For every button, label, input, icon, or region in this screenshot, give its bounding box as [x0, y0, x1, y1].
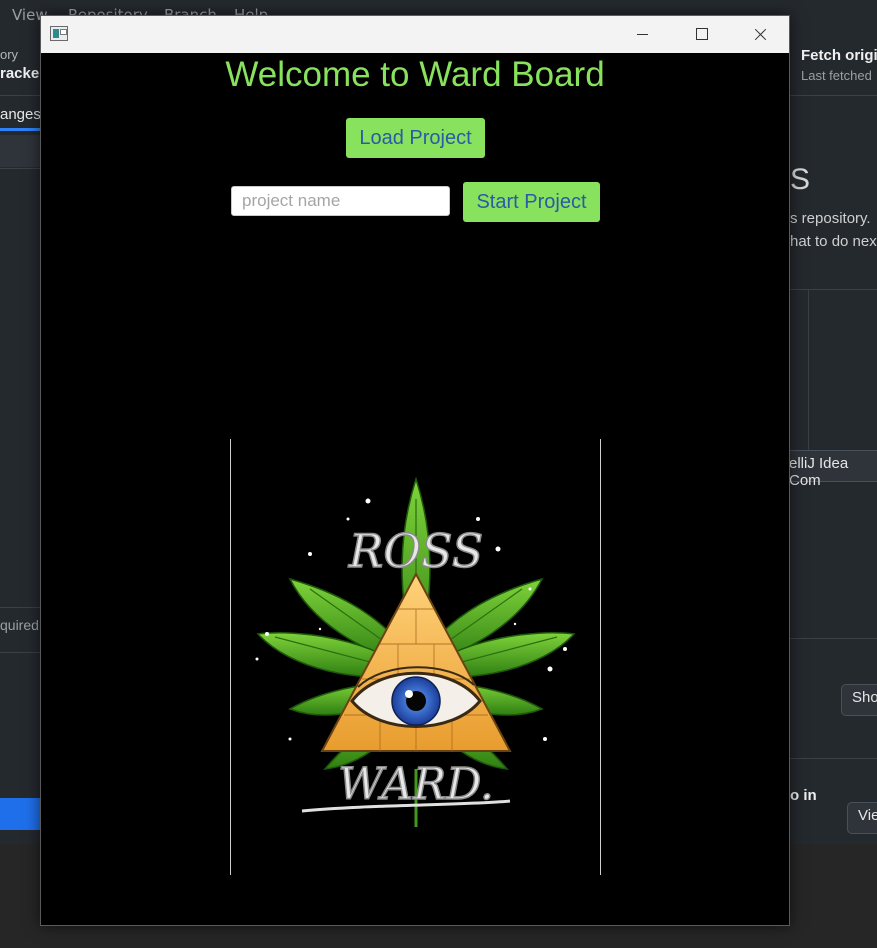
tab-changes[interactable]: anges — [0, 106, 41, 123]
filter-box[interactable] — [0, 135, 42, 167]
window-content: Welcome to Ward Board Load Project Start… — [41, 53, 789, 925]
repo-label: ory — [0, 47, 19, 62]
commit-button[interactable] — [0, 798, 42, 830]
info-line-1: s repository. — [790, 210, 871, 227]
maximize-icon[interactable] — [672, 16, 730, 53]
open-in-text: o in — [790, 787, 817, 804]
background-right-panel: Fetch origin Last fetched S s repository… — [784, 32, 877, 844]
app-window-icon — [50, 26, 68, 41]
no-changes-heading: S — [790, 163, 811, 196]
background-left-panel: ory racker anges quired — [0, 32, 45, 844]
minimize-icon[interactable] — [613, 16, 671, 53]
start-project-button[interactable]: Start Project — [463, 182, 600, 222]
logo-top-text: ROSS — [348, 524, 484, 578]
ross-ward-logo: ROSS WARD. — [230, 439, 602, 875]
ward-board-window: Welcome to Ward Board Load Project Start… — [40, 15, 790, 926]
panel-divider — [808, 290, 809, 450]
logo-illustration: ROSS WARD. — [255, 476, 576, 827]
view-button[interactable]: Vie — [847, 802, 877, 834]
welcome-title: Welcome to Ward Board — [225, 55, 605, 94]
info-line-2: hat to do nex — [790, 233, 877, 250]
fetch-origin-title[interactable]: Fetch origin — [801, 47, 877, 64]
tab-changes-underline — [0, 128, 42, 131]
repo-name[interactable]: racker — [0, 65, 45, 82]
required-text: quired — [0, 617, 39, 633]
project-name-input[interactable] — [231, 186, 450, 216]
close-icon[interactable] — [731, 16, 789, 53]
load-project-button[interactable]: Load Project — [346, 118, 485, 158]
last-fetched-text: Last fetched — [801, 68, 872, 83]
show-button[interactable]: Sho — [841, 684, 877, 716]
open-in-intellij-button[interactable]: elliJ Idea Com — [784, 450, 877, 489]
window-titlebar[interactable] — [41, 16, 789, 53]
